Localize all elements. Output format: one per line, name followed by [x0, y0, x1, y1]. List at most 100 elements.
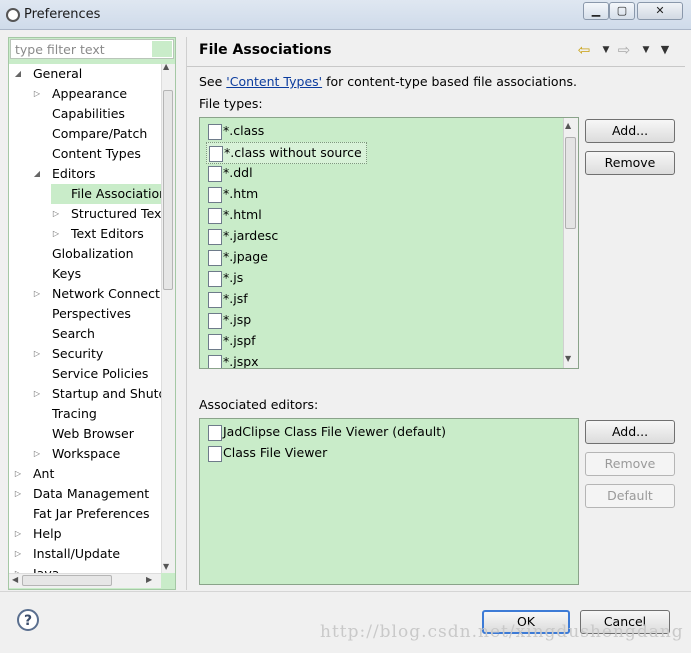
tree-item[interactable]: File Associations — [51, 184, 161, 204]
collapsed-twisty-icon[interactable]: ▷ — [13, 464, 23, 484]
scroll-up-arrow-icon[interactable]: ▲ — [163, 62, 169, 71]
tree-item[interactable]: ▷ Java — [13, 564, 161, 573]
collapsed-twisty-icon[interactable]: ▷ — [13, 484, 23, 504]
tree-item[interactable]: Perspectives — [32, 304, 161, 324]
tree-item[interactable]: Capabilities — [32, 104, 161, 124]
tree-item[interactable]: ▷ Text Editors — [51, 224, 161, 244]
maximize-button[interactable]: ▢ — [609, 2, 635, 20]
tree-item[interactable]: ▷ Ant — [13, 464, 161, 484]
preference-tree[interactable]: ◢ General ▷ Appearance Capabilities Compare/P… — [9, 64, 161, 573]
list-item[interactable]: *.jspx — [206, 352, 259, 368]
tree-vertical-scroll-thumb[interactable] — [163, 90, 173, 290]
hint-prefix: See — [199, 74, 227, 89]
collapsed-twisty-icon[interactable]: ▷ — [32, 444, 42, 464]
tree-item-label: Java — [33, 564, 59, 573]
list-item[interactable]: *.js — [206, 268, 243, 288]
scroll-down-arrow-icon[interactable]: ▼ — [565, 354, 571, 363]
remove-file-type-button[interactable]: Remove — [585, 151, 675, 175]
list-item[interactable]: *.html — [206, 205, 262, 225]
tree-item[interactable]: ▷ Install/Update — [13, 544, 161, 564]
tree-item-label: Globalization — [52, 246, 134, 261]
view-menu-icon[interactable]: ▼ — [657, 42, 673, 58]
collapsed-twisty-icon[interactable]: ▷ — [13, 524, 23, 544]
list-item[interactable]: *.jpage — [206, 247, 268, 267]
content-types-link[interactable]: 'Content Types' — [226, 74, 322, 89]
tree-item-label: Workspace — [52, 446, 121, 461]
tree-item[interactable]: ◢ Editors — [32, 164, 161, 184]
list-item[interactable]: *.jardesc — [206, 226, 278, 246]
collapsed-twisty-icon[interactable]: ▷ — [32, 84, 42, 104]
tree-horizontal-scroll-thumb[interactable] — [22, 575, 112, 586]
list-item[interactable]: *.class — [206, 121, 264, 141]
tree-item[interactable]: ▷ Network Connections — [32, 284, 161, 304]
help-icon[interactable]: ? — [17, 609, 39, 631]
collapsed-twisty-icon[interactable]: ▷ — [32, 384, 42, 404]
tree-item[interactable]: ◢ General — [13, 64, 161, 84]
collapsed-twisty-icon[interactable]: ▷ — [13, 544, 23, 564]
back-arrow-icon[interactable]: ⇦ — [576, 42, 592, 58]
expanded-twisty-icon[interactable]: ◢ — [32, 164, 42, 184]
tree-item-label: Web Browser — [52, 426, 134, 441]
remove-editor-button[interactable]: Remove — [585, 452, 675, 476]
tree-item[interactable]: Globalization — [32, 244, 161, 264]
tree-item[interactable]: Compare/Patch — [32, 124, 161, 144]
list-item[interactable]: *.htm — [206, 184, 258, 204]
tree-item[interactable]: ▷ Workspace — [32, 444, 161, 464]
list-item[interactable]: Class File Viewer — [206, 443, 327, 463]
filter-clear-area — [152, 41, 172, 57]
tree-item[interactable]: Tracing — [32, 404, 161, 424]
scroll-right-arrow-icon[interactable]: ▶ — [146, 575, 152, 584]
html-file-icon — [208, 187, 222, 203]
list-item[interactable]: *.jsp — [206, 310, 251, 330]
add-editor-button[interactable]: Add... — [585, 420, 675, 444]
scroll-down-arrow-icon[interactable]: ▼ — [163, 562, 169, 571]
file-types-label: File types: — [199, 96, 263, 111]
tree-item[interactable]: Content Types — [32, 144, 161, 164]
tree-item[interactable]: Service Policies — [32, 364, 161, 384]
tree-item-label: Data Management — [33, 486, 150, 501]
tree-item-label: General — [33, 66, 83, 81]
list-item[interactable]: *.jsf — [206, 289, 248, 309]
tree-item[interactable]: ▷ Appearance — [32, 84, 161, 104]
tree-item-label: Fat Jar Preferences — [33, 506, 150, 521]
close-button[interactable]: ✕ — [637, 2, 683, 20]
default-editor-button[interactable]: Default — [585, 484, 675, 508]
page-title: File Associations — [199, 42, 332, 58]
tree-item[interactable]: ▷ Data Management — [13, 484, 161, 504]
scroll-left-arrow-icon[interactable]: ◀ — [12, 575, 18, 584]
tree-item[interactable]: Web Browser — [32, 424, 161, 444]
collapsed-twisty-icon[interactable]: ▷ — [13, 564, 23, 573]
list-item[interactable]: JadClipse Class File Viewer (default) — [206, 422, 446, 442]
tree-item-label: Security — [52, 346, 104, 361]
list-item-label: JadClipse Class File Viewer (default) — [223, 424, 447, 439]
tree-item[interactable]: Keys — [32, 264, 161, 284]
collapsed-twisty-icon[interactable]: ▷ — [32, 284, 42, 304]
filter-input[interactable]: type filter text — [10, 39, 174, 59]
collapsed-twisty-icon[interactable]: ▷ — [51, 204, 61, 224]
back-menu-chevron-icon[interactable]: ▼ — [598, 42, 614, 58]
scroll-up-arrow-icon[interactable]: ▲ — [565, 121, 571, 130]
forward-menu-chevron-icon[interactable]: ▼ — [638, 42, 654, 58]
tree-item[interactable]: ▷ Startup and Shutdown — [32, 384, 161, 404]
add-file-type-button[interactable]: Add... — [585, 119, 675, 143]
file-types-list[interactable]: *.class *.class without source *.ddl *.htm *… — [199, 117, 579, 369]
collapsed-twisty-icon[interactable]: ▷ — [32, 344, 42, 364]
list-item[interactable]: *.jspf — [206, 331, 256, 351]
list-item[interactable]: *.ddl — [206, 163, 253, 183]
associated-editors-list[interactable]: JadClipse Class File Viewer (default) Cla… — [199, 418, 579, 585]
text-file-icon — [208, 334, 222, 350]
tree-item[interactable]: ▷ Security — [32, 344, 161, 364]
minimize-button[interactable]: ▁ — [583, 2, 609, 20]
list-item-label: *.jsf — [223, 291, 248, 306]
class-file-icon — [208, 124, 222, 140]
expanded-twisty-icon[interactable]: ◢ — [13, 64, 23, 84]
tree-item[interactable]: Search — [32, 324, 161, 344]
list-item[interactable]: *.class without source — [206, 142, 367, 164]
tree-item[interactable]: ▷ Help — [13, 524, 161, 544]
collapsed-twisty-icon[interactable]: ▷ — [51, 224, 61, 244]
file-types-scroll-thumb[interactable] — [565, 137, 576, 229]
forward-arrow-icon[interactable]: ⇨ — [616, 42, 632, 58]
tree-item[interactable]: Fat Jar Preferences — [13, 504, 161, 524]
tree-item[interactable]: ▷ Structured Text — [51, 204, 161, 224]
tree-item-label: Tracing — [52, 406, 97, 421]
